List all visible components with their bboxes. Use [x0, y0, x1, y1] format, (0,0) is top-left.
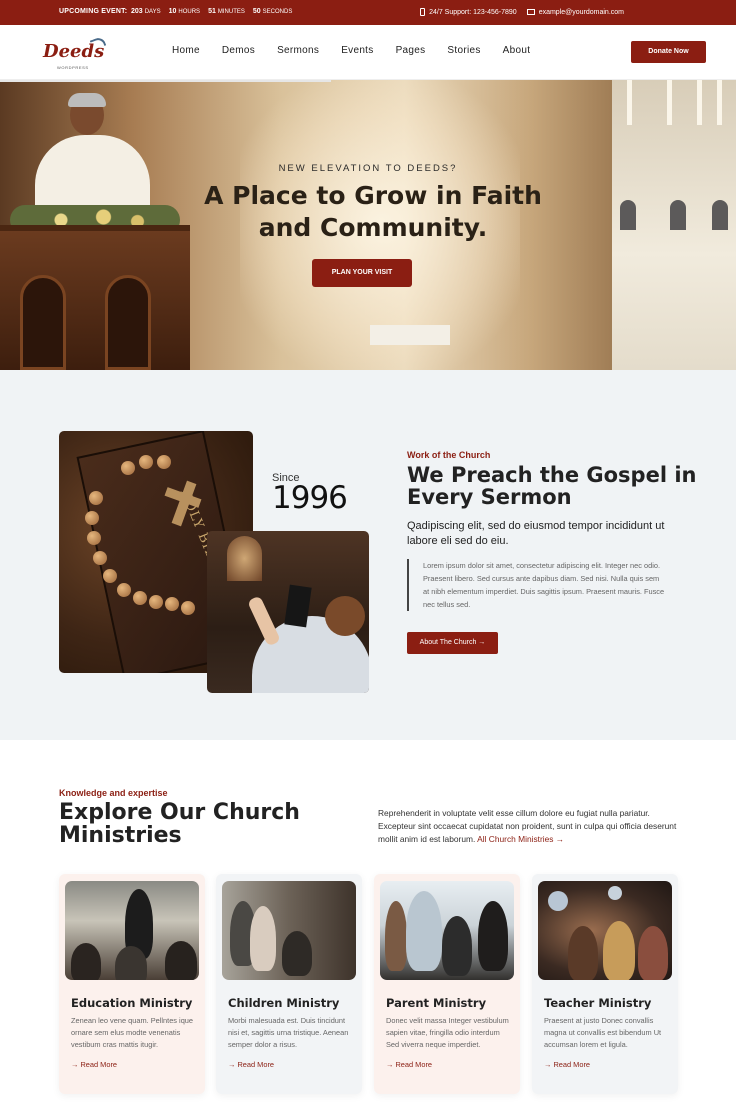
support-email[interactable]: example@yourdomain.com	[526, 8, 624, 16]
upcoming-event-label: UPCOMING EVENT:	[59, 8, 128, 15]
hero-banner: NEW ELEVATION TO DEEDS? A Place to Grow …	[0, 80, 736, 370]
about-church-button[interactable]: About The Church →	[407, 632, 498, 654]
menu-item-pages[interactable]: Pages	[396, 45, 426, 56]
mail-icon	[526, 9, 535, 15]
about-lead: Qadipiscing elit, sed do eiusmod tempor …	[407, 520, 665, 547]
ministry-desc: Donec velit massa Integer vestibulum sap…	[386, 1016, 509, 1049]
ministry-card[interactable]: Teacher Ministry Praesent at justo Donec…	[532, 874, 678, 1094]
read-more-link[interactable]: → Read More	[228, 1060, 274, 1069]
ministry-card[interactable]: Children Ministry Morbi malesuada est. D…	[216, 874, 362, 1094]
ministry-card[interactable]: Education Ministry Zenean leo vene quam.…	[59, 874, 205, 1094]
ministries-title: Explore Our Church Ministries	[59, 800, 300, 848]
menu-item-events[interactable]: Events	[341, 45, 373, 56]
ministry-cards: Education Ministry Zenean leo vene quam.…	[59, 874, 679, 1094]
support-phone[interactable]: 24/7 Support: 123-456-7890	[420, 8, 517, 16]
menu-item-stories[interactable]: Stories	[447, 45, 480, 56]
slide-progress-bar	[0, 80, 332, 82]
phone-icon	[420, 8, 426, 16]
ministries-eyebrow: Knowledge and expertise	[59, 788, 168, 798]
read-more-link[interactable]: → Read More	[386, 1060, 432, 1069]
site-logo[interactable]: Deeds WORDPRESS	[43, 35, 108, 71]
ministry-name: Education Ministry	[71, 996, 193, 1010]
about-quote: Lorem ipsum dolor sit amet, consectetur …	[407, 559, 667, 611]
top-contact: 24/7 Support: 123-456-7890 example@yourd…	[420, 8, 624, 16]
countdown-hours: 10 HOURS	[168, 8, 201, 15]
ministries-intro: Reprehenderit in voluptate velit esse ci…	[378, 808, 677, 844]
about-section: HOLY BIBLE Since 1996 Work of the Church…	[0, 370, 736, 740]
ministry-photo	[380, 881, 514, 980]
since-year: 1996	[272, 480, 348, 516]
ministry-desc: Zenean leo vene quam. Pellntes ique orna…	[71, 1016, 194, 1049]
ministry-desc: Praesent at justo Donec convallis magna …	[544, 1016, 662, 1049]
worship-image	[207, 531, 369, 693]
main-header: Deeds WORDPRESS Home Demos Sermons Event…	[0, 25, 736, 80]
ministry-card[interactable]: Parent Ministry Donec velit massa Intege…	[374, 874, 520, 1094]
about-eyebrow: Work of the Church	[407, 450, 491, 460]
top-bar: UPCOMING EVENT: 203 DAYS 10 HOURS 51 MINUTE…	[0, 0, 736, 25]
menu-item-demos[interactable]: Demos	[222, 45, 255, 56]
ministry-name: Parent Ministry	[386, 996, 487, 1010]
donate-button[interactable]: Donate Now	[631, 41, 706, 63]
ministry-photo	[538, 881, 672, 980]
read-more-link[interactable]: → Read More	[544, 1060, 590, 1069]
read-more-link[interactable]: → Read More	[71, 1060, 117, 1069]
all-ministries-link[interactable]: All Church Ministries →	[477, 834, 564, 844]
ministry-name: Teacher Ministry	[544, 996, 652, 1010]
countdown-days: 203 DAYS	[131, 8, 161, 15]
countdown-seconds: 50 SECONDS	[252, 8, 293, 15]
menu-item-sermons[interactable]: Sermons	[277, 45, 319, 56]
about-title: We Preach the Gospel in Every Sermon	[407, 463, 697, 509]
pulpit-arch	[20, 275, 66, 370]
pulpit-arch	[105, 275, 151, 370]
menu-item-home[interactable]: Home	[172, 45, 200, 56]
plan-visit-button[interactable]: PLAN YOUR VISIT	[312, 259, 412, 287]
ministry-photo	[65, 881, 199, 980]
hero-title: A Place to Grow in Faith and Community.	[204, 181, 542, 242]
main-menu: Home Demos Sermons Events Pages Stories …	[172, 45, 552, 56]
ministry-photo	[222, 881, 356, 980]
menu-item-about[interactable]: About	[503, 45, 531, 56]
countdown-minutes: 51 MINUTES	[208, 8, 245, 15]
ministry-name: Children Ministry	[228, 996, 340, 1010]
hero-eyebrow: NEW ELEVATION TO DEEDS?	[278, 163, 458, 174]
event-countdown: 203 DAYS 10 HOURS 51 MINUTES 50 SECONDS	[131, 8, 292, 15]
hero-table	[370, 325, 450, 345]
ministries-section: Knowledge and expertise Explore Our Chur…	[0, 740, 736, 1104]
ministry-desc: Morbi malesuada est. Duis tincidunt nisi…	[228, 1016, 349, 1049]
